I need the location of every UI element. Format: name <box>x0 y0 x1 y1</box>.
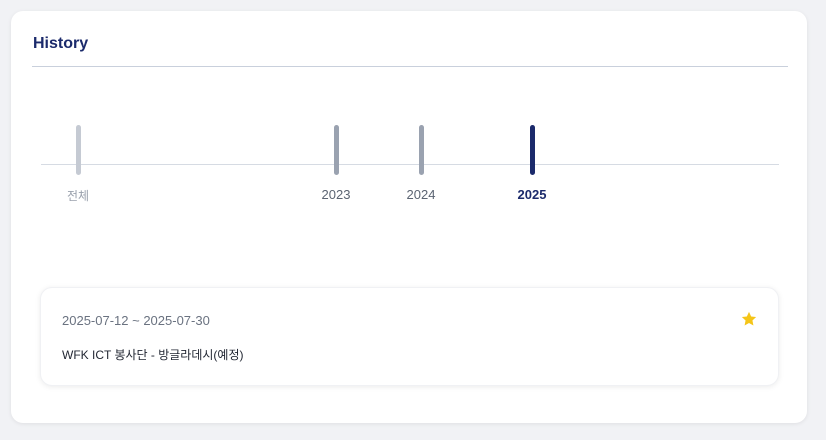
timeline-tick-all[interactable] <box>76 125 81 175</box>
event-title: WFK ICT 봉사단 - 방글라데시(예정) <box>62 348 244 362</box>
timeline-label-2024[interactable]: 2024 <box>391 187 451 202</box>
timeline-tick-2025[interactable] <box>530 125 535 175</box>
timeline-label-all[interactable]: 전체 <box>48 187 108 204</box>
history-event-card[interactable]: 2025-07-12 ~ 2025-07-30 WFK ICT 봉사단 - 방글… <box>40 287 779 386</box>
timeline-baseline <box>41 164 779 165</box>
event-date-range: 2025-07-12 ~ 2025-07-30 <box>62 313 210 328</box>
star-icon[interactable] <box>740 310 758 328</box>
timeline-label-2023[interactable]: 2023 <box>306 187 366 202</box>
timeline-tick-2024[interactable] <box>419 125 424 175</box>
history-card: History 전체 2023 2024 2025 2025-07-12 ~ 2… <box>11 11 807 423</box>
year-timeline: 전체 2023 2024 2025 <box>11 11 807 231</box>
timeline-label-2025[interactable]: 2025 <box>502 187 562 202</box>
timeline-tick-2023[interactable] <box>334 125 339 175</box>
